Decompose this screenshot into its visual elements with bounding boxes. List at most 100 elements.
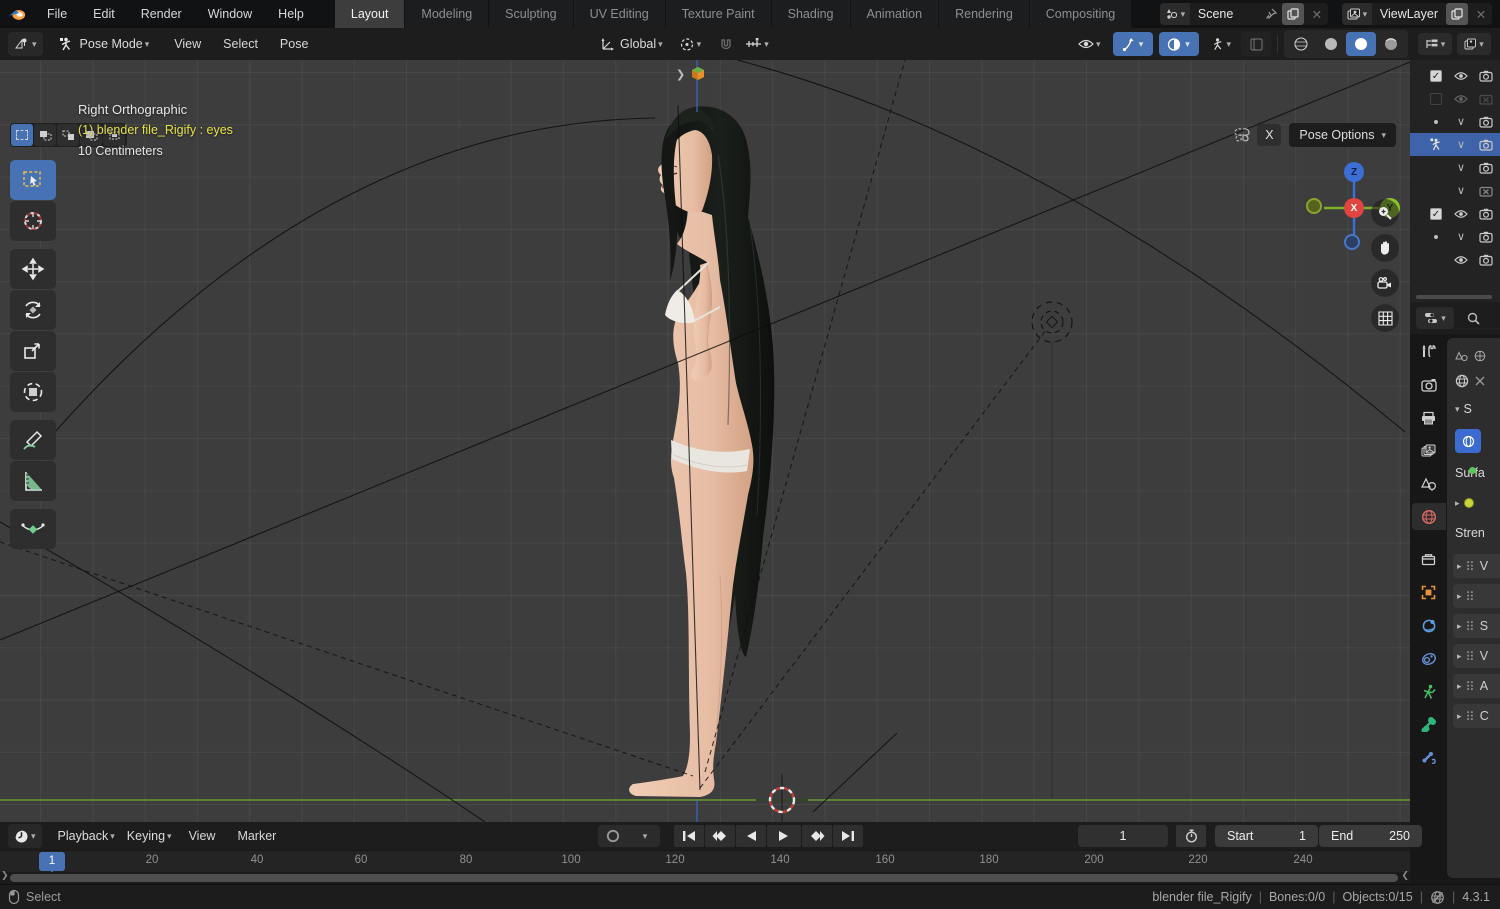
camera-icon[interactable] [1478,70,1494,82]
new-scene-button[interactable] [1281,3,1304,25]
outliner-row[interactable]: ∨ [1410,156,1500,179]
xray-toggle[interactable] [1241,32,1272,56]
viewport-3d[interactable]: ❯ Right Orthographic (1) blender file_Ri… [0,60,1410,822]
timeline-view-menu[interactable]: View [178,829,227,843]
surface-panel-header[interactable]: ▾ S [1455,394,1500,424]
use-preview-range-icon[interactable] [1176,825,1206,847]
select-box-tool[interactable] [10,160,56,200]
select-tweak-icon[interactable] [11,124,33,146]
prev-keyframe-button[interactable] [705,825,735,847]
toggle-ortho-grid-icon[interactable] [1371,304,1399,332]
measure-tool[interactable] [10,461,56,501]
mode-dropdown[interactable]: Pose Mode ▾ [53,32,156,56]
tab-animation[interactable]: Animation [850,0,939,28]
dot[interactable] [1428,119,1444,124]
tab-compositing[interactable]: Compositing [1029,0,1132,28]
collapsed-panel-header[interactable]: ▸ ⠿ A [1453,674,1500,698]
unlink-x-icon[interactable] [1474,375,1486,387]
transform-tool[interactable] [10,372,56,412]
pan-hand-icon[interactable] [1371,234,1399,262]
annotate-tool[interactable] [10,420,56,460]
menu-file[interactable]: File [34,0,80,28]
checkbox-checked[interactable]: ✓ [1428,69,1444,82]
chevron-down-icon[interactable]: ∨ [1453,184,1469,197]
current-frame-indicator[interactable]: 1 [39,852,65,871]
checkbox-empty[interactable] [1428,92,1444,105]
menu-render[interactable]: Render [128,0,195,28]
tab-uv-editing[interactable]: UV Editing [573,0,665,28]
rotate-tool[interactable] [10,290,56,330]
auto-keying-dropdown[interactable]: ▾ [629,825,659,847]
color-swatch-icon[interactable] [1463,498,1474,508]
tab-scene-icon[interactable] [1412,470,1446,497]
properties-editor-type-dropdown[interactable]: ▾ [1416,307,1454,329]
tab-object-icon[interactable] [1412,579,1446,606]
pin-icon[interactable] [1260,3,1282,25]
playback-menu[interactable]: Playback ▾ [52,824,121,848]
chevron-down-icon[interactable]: ∨ [1453,138,1469,151]
collapsed-panel-handle[interactable]: ❯ [676,66,706,82]
tab-world-icon[interactable] [1411,503,1446,530]
scene-browse-icon[interactable]: ▾ [1159,3,1190,25]
blender-logo-icon[interactable] [0,7,34,21]
color-swatch-row[interactable]: ▸ [1455,488,1500,518]
tab-output-icon[interactable] [1412,404,1446,431]
frame-start-field[interactable]: Start 1 [1215,825,1318,847]
world-data-icon[interactable] [1455,374,1469,388]
zoom-icon[interactable] [1371,199,1399,227]
breadcrumb-world-icon[interactable] [1474,350,1486,362]
show-gizmo-toggle[interactable]: ▾ [1112,32,1153,56]
pose-breakdowner-tool[interactable] [10,509,56,549]
snap-settings-dropdown[interactable]: ▾ [739,32,775,56]
tab-sculpting[interactable]: Sculpting [489,0,573,28]
snap-toggle-magnet-icon[interactable] [713,32,739,56]
eye-open-icon[interactable] [1453,94,1469,104]
collapsed-panel-header[interactable]: ▸ ⠿ S [1453,614,1500,638]
menu-edit[interactable]: Edit [80,0,128,28]
select-box-icon[interactable] [34,124,56,146]
tab-bone-constraints-icon[interactable] [1412,744,1446,771]
menu-view[interactable]: View [163,37,212,51]
shading-solid-icon[interactable] [1316,32,1346,56]
gizmo-y-neg-axis[interactable] [1306,198,1322,214]
pivot-point-dropdown[interactable]: ▾ [673,32,708,56]
gizmo-z-axis[interactable]: Z [1344,162,1364,182]
camera-icon[interactable] [1478,116,1494,128]
menu-help[interactable]: Help [265,0,317,28]
checkbox-checked[interactable]: ✓ [1428,207,1444,220]
tab-tool-icon[interactable] [1412,338,1446,365]
new-viewlayer-button[interactable] [1446,3,1468,25]
pose-options-dropdown[interactable]: Pose Options ▾ [1289,123,1396,147]
eye-open-icon[interactable] [1453,71,1469,81]
camera-off-icon[interactable] [1478,185,1494,197]
current-frame-field[interactable]: 1 [1078,825,1168,847]
scale-tool[interactable] [10,331,56,371]
camera-off-icon[interactable] [1478,93,1494,105]
frame-end-field[interactable]: End 250 [1319,825,1422,847]
play-button[interactable] [767,825,801,847]
camera-icon[interactable] [1478,254,1494,266]
tab-render-icon[interactable] [1412,371,1446,398]
viewlayer-name[interactable]: ViewLayer [1372,7,1446,21]
tab-texture-paint[interactable]: Texture Paint [665,0,771,28]
select-extend-icon[interactable] [57,124,79,146]
menu-pose[interactable]: Pose [269,37,320,51]
outliner-filter-dropdown[interactable]: ▾ [1457,33,1491,55]
tab-constraints-icon[interactable] [1412,645,1446,672]
outliner-row[interactable]: ∨ [1410,225,1500,248]
tab-collection-icon[interactable] [1412,546,1446,573]
outliner-row[interactable]: ∨ [1410,133,1500,156]
play-reverse-button[interactable] [736,825,766,847]
collapsed-panel-header[interactable]: ▸ ⠿ V [1453,644,1500,668]
tab-rendering[interactable]: Rendering [939,0,1029,28]
gizmo-x-axis[interactable]: X [1344,198,1364,218]
outliner-display-mode-dropdown[interactable]: ▾ [1418,33,1452,55]
shading-rendered-icon[interactable] [1376,32,1406,56]
outliner-row[interactable]: ✓ [1410,202,1500,225]
eye-open-icon[interactable] [1453,209,1469,219]
menu-select[interactable]: Select [212,37,269,51]
scene-name[interactable]: Scene [1190,7,1260,21]
camera-icon[interactable] [1478,162,1494,174]
viewlayer-browse-icon[interactable]: ▾ [1341,3,1372,25]
mirror-icon[interactable] [1233,127,1251,143]
